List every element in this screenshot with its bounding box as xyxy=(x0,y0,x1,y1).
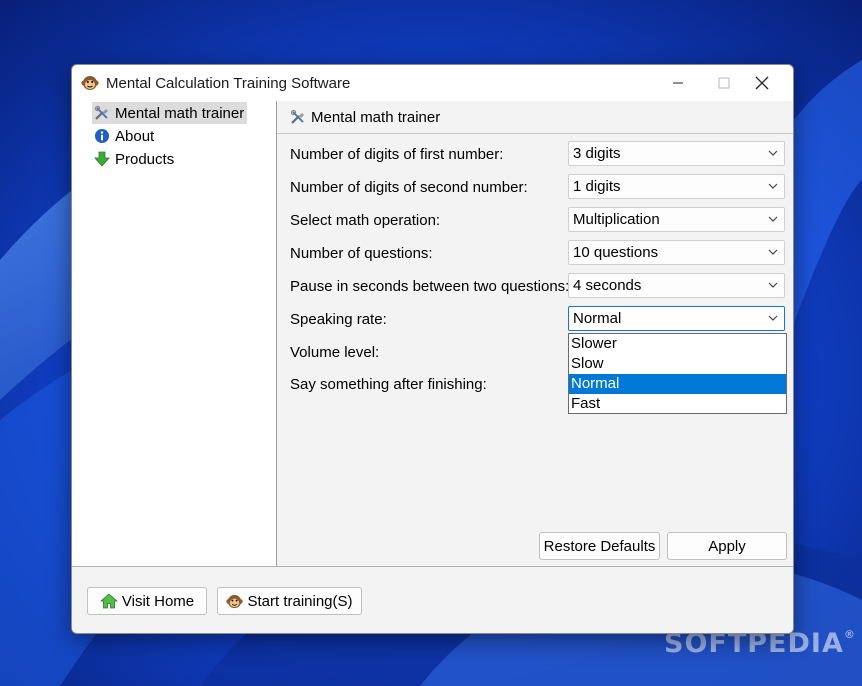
chevron-down-icon xyxy=(768,150,778,156)
speaking-rate-select[interactable]: Normal xyxy=(568,306,785,331)
tools-icon xyxy=(290,109,304,124)
visit-home-button[interactable]: Visit Home xyxy=(87,587,207,615)
close-button[interactable] xyxy=(739,65,785,101)
download-arrow-icon xyxy=(94,151,110,167)
questions-count-value: 10 questions xyxy=(573,244,659,261)
chevron-down-icon xyxy=(768,183,778,189)
app-window: Mental Calculation Training Software Men… xyxy=(71,64,794,634)
start-training-button[interactable]: Start training(S) xyxy=(217,587,362,615)
minimize-button[interactable] xyxy=(655,65,701,101)
close-icon xyxy=(755,76,769,90)
start-training-label: Start training(S) xyxy=(247,592,353,610)
digits-second-label: Number of digits of second number: xyxy=(290,179,528,196)
pause-seconds-label: Pause in seconds between two questions: xyxy=(290,278,570,295)
client-area: Mental math trainer About Products Menta… xyxy=(72,101,793,633)
pause-seconds-value: 4 seconds xyxy=(573,277,642,294)
volume-level-label: Volume level: xyxy=(290,344,380,361)
home-icon xyxy=(99,593,118,609)
visit-home-label: Visit Home xyxy=(121,592,195,610)
panel-header: Mental math trainer xyxy=(277,101,793,134)
math-operation-value: Multiplication xyxy=(573,211,660,228)
title-bar[interactable]: Mental Calculation Training Software xyxy=(72,65,793,101)
panel-title: Mental math trainer xyxy=(311,108,441,126)
dropdown-option-slower[interactable]: Slower xyxy=(569,334,786,354)
speaking-rate-value: Normal xyxy=(573,310,622,327)
sidebar-item-label: Mental math trainer xyxy=(115,104,245,122)
maximize-icon xyxy=(718,77,730,89)
math-operation-label: Select math operation: xyxy=(290,212,441,229)
dropdown-option-slow[interactable]: Slow xyxy=(569,354,786,374)
digits-first-value: 3 digits xyxy=(573,145,621,162)
math-operation-select[interactable]: Multiplication xyxy=(568,207,785,232)
tools-icon xyxy=(94,105,108,120)
sidebar-item-products[interactable]: Products xyxy=(92,148,177,170)
digits-first-select[interactable]: 3 digits xyxy=(568,141,785,166)
questions-count-label: Number of questions: xyxy=(290,245,433,262)
chevron-down-icon xyxy=(768,216,778,222)
restore-defaults-button[interactable]: Restore Defaults xyxy=(539,532,660,560)
questions-count-select[interactable]: 10 questions xyxy=(568,240,785,265)
sidebar-item-label: About xyxy=(115,127,155,145)
dropdown-option-fast[interactable]: Fast xyxy=(569,394,786,414)
pause-seconds-select[interactable]: 4 seconds xyxy=(568,273,785,298)
speaking-rate-dropdown-list: Slower Slow Normal Fast xyxy=(568,333,787,414)
settings-panel: Mental math trainer Number of digits of … xyxy=(277,101,793,566)
chevron-down-icon xyxy=(768,282,778,288)
chevron-down-icon xyxy=(768,249,778,255)
say-after-finishing-label: Say something after finishing: xyxy=(290,376,487,393)
digits-second-select[interactable]: 1 digits xyxy=(568,174,785,199)
dropdown-option-normal[interactable]: Normal xyxy=(569,374,786,394)
window-title: Mental Calculation Training Software xyxy=(106,75,351,92)
sidebar-tree: Mental math trainer About Products xyxy=(72,101,277,566)
sidebar-item-mental-math-trainer[interactable]: Mental math trainer xyxy=(92,102,248,124)
sidebar-item-label: Products xyxy=(115,150,175,168)
info-icon xyxy=(95,129,109,143)
footer-bar: Visit Home Start training(S) xyxy=(72,566,793,633)
chevron-down-icon xyxy=(768,315,778,321)
digits-first-label: Number of digits of first number: xyxy=(290,146,504,163)
apply-button[interactable]: Apply xyxy=(667,532,787,560)
monkey-app-icon xyxy=(81,76,99,90)
minimize-icon xyxy=(673,82,683,84)
speaking-rate-label: Speaking rate: xyxy=(290,311,387,328)
monkey-icon xyxy=(226,594,244,608)
sidebar-item-about[interactable]: About xyxy=(92,125,157,147)
digits-second-value: 1 digits xyxy=(573,178,621,195)
